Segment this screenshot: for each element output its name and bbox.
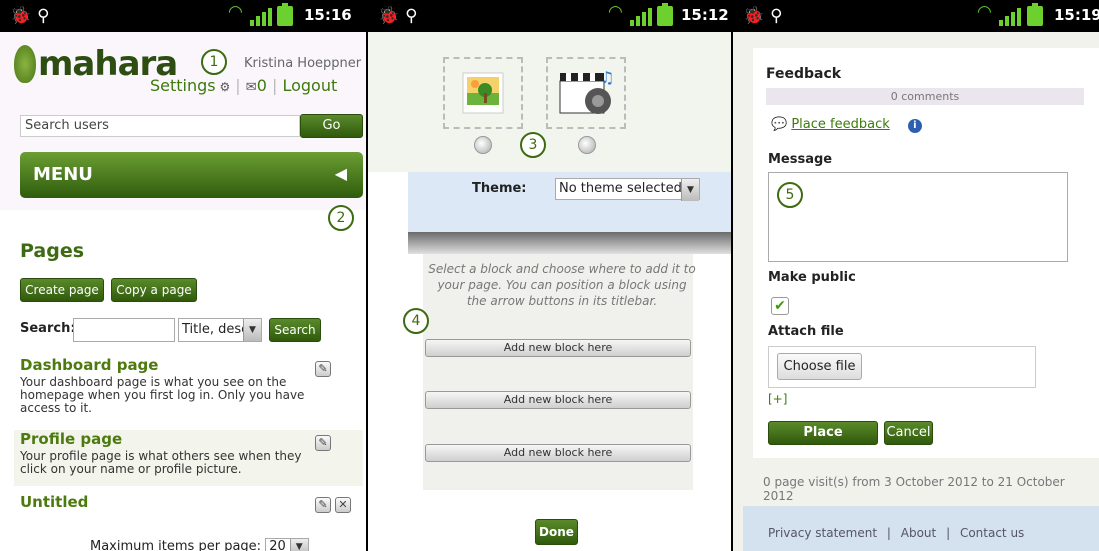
search-type-select[interactable]: Title, desc ▼ (178, 318, 262, 342)
block-radio[interactable] (474, 136, 492, 154)
callout-4: 4 (403, 308, 429, 334)
status-bar: 🐞⚲ ◠ 15:12 (368, 0, 731, 32)
status-bar: 🐞⚲ ◠ 15:16 (0, 0, 366, 32)
chevron-down-icon: ▼ (681, 179, 699, 201)
svg-text:♫: ♫ (600, 68, 614, 87)
android-usb-icon: 🐞⚲ (743, 6, 789, 26)
create-page-button[interactable]: Create page (20, 278, 104, 302)
go-button[interactable]: Go (300, 114, 363, 138)
status-bar: 🐞⚲ ◠ 15:19 (733, 0, 1099, 32)
place-feedback-link[interactable]: Place feedback (791, 117, 889, 132)
film-clapper-icon: ♫ (559, 68, 614, 114)
gear-icon[interactable]: ⚙ (216, 80, 230, 94)
callout-3: 3 (520, 132, 546, 158)
comment-bubble-icon: 💬 (771, 117, 788, 132)
message-label: Message (768, 152, 833, 167)
place-feedback-row: 💬 Place feedback i (771, 117, 922, 133)
make-public-label: Make public (768, 270, 856, 285)
wifi-icon: ◠ (228, 2, 243, 22)
page-description: Your profile page is what others see whe… (20, 449, 302, 476)
search-label: Search: (20, 321, 76, 336)
place-feedback-button[interactable]: Place feedback (768, 421, 878, 462)
signal-icon (630, 8, 652, 26)
screenshot-page-editor: 🐞⚲ ◠ 15:12 ♫ 3 Theme: No theme selected ▼… (368, 0, 731, 551)
callout-1: 1 (201, 49, 227, 75)
message-textarea[interactable] (768, 172, 1068, 262)
theme-label: Theme: (472, 181, 527, 196)
clock: 15:16 (304, 6, 352, 24)
max-items-select[interactable]: 20 ▼ (265, 538, 309, 551)
add-block-button[interactable]: Add new block here (425, 444, 691, 462)
edit-icon[interactable]: ✎ (315, 361, 331, 377)
block-radio[interactable] (578, 136, 596, 154)
divider (408, 232, 731, 254)
mahara-leaf-icon (14, 45, 36, 83)
user-name[interactable]: Kristina Hoeppner (244, 56, 361, 71)
choose-file-button[interactable]: Choose file (777, 353, 862, 380)
footer: Privacy statement | About | Contact us (743, 506, 1099, 551)
list-item: Dashboard page Your dashboard page is wha… (20, 356, 363, 424)
add-block-button[interactable]: Add new block here (425, 391, 691, 409)
battery-icon (277, 3, 293, 26)
page-title-link[interactable]: Profile page (20, 430, 363, 448)
privacy-link[interactable]: Privacy statement (768, 526, 877, 540)
image-block-category[interactable] (443, 57, 523, 129)
battery-icon (657, 3, 673, 26)
main-menu-button[interactable]: MENU ◀ (20, 152, 363, 198)
cancel-button[interactable]: Cancel (884, 421, 933, 445)
android-usb-icon: 🐞⚲ (10, 6, 56, 26)
theme-bar: Theme: No theme selected ▼ (408, 172, 731, 232)
signal-icon (250, 8, 272, 26)
page-description: Your dashboard page is what you see on t… (20, 375, 305, 415)
screenshot-pages: 🐞⚲ ◠ 15:16 mahara 1 Kristina Hoeppner Se… (0, 0, 366, 551)
contact-link[interactable]: Contact us (960, 526, 1024, 540)
clock: 15:19 (1054, 6, 1099, 24)
battery-icon (1027, 3, 1043, 26)
comments-count: 0 comments (766, 88, 1084, 105)
page-title-link[interactable]: Untitled (20, 493, 363, 511)
file-field: Choose file (768, 346, 1036, 388)
signal-icon (999, 8, 1021, 26)
mail-icon[interactable]: ✉ (246, 80, 257, 95)
search-button[interactable]: Search (269, 318, 321, 342)
list-item: Untitled (20, 493, 363, 511)
page-title: Pages (20, 240, 85, 262)
attach-file-label: Attach file (768, 324, 844, 339)
chevron-down-icon: ▼ (243, 319, 261, 341)
android-usb-icon: 🐞⚲ (378, 6, 424, 26)
picture-icon (462, 72, 504, 114)
done-button[interactable]: Done (535, 519, 578, 545)
max-items: Maximum items per page: 20 ▼ (90, 538, 309, 551)
delete-icon[interactable]: ✕ (335, 497, 351, 513)
wifi-icon: ◠ (977, 2, 992, 22)
screenshot-feedback: 🐞⚲ ◠ 15:19 Feedback 0 comments 💬 Place f… (733, 0, 1099, 551)
chevron-left-icon: ◀ (334, 164, 347, 183)
user-links: Settings ⚙ | ✉0 | Logout (150, 76, 338, 95)
inbox-count[interactable]: 0 (257, 76, 267, 95)
search-input[interactable] (73, 318, 175, 342)
add-block-button[interactable]: Add new block here (425, 339, 691, 357)
list-item: Profile page Your profile page is what ot… (14, 430, 363, 486)
page-visits: 0 page visit(s) from 3 October 2012 to 2… (763, 475, 1065, 503)
callout-2: 2 (328, 205, 354, 231)
logout-link[interactable]: Logout (282, 76, 337, 95)
info-icon[interactable]: i (907, 119, 922, 133)
theme-select[interactable]: No theme selected ▼ (555, 178, 700, 201)
settings-link[interactable]: Settings (150, 76, 216, 95)
callout-5: 5 (777, 182, 803, 208)
add-file-link[interactable]: [+] (768, 392, 787, 406)
edit-icon[interactable]: ✎ (315, 497, 331, 513)
search-users-input[interactable]: Search users (20, 115, 300, 137)
instructions: Select a block and choose where to add i… (428, 262, 696, 308)
about-link[interactable]: About (901, 526, 936, 540)
wifi-icon: ◠ (608, 2, 623, 22)
edit-icon[interactable]: ✎ (315, 435, 331, 451)
page-title-link[interactable]: Dashboard page (20, 356, 363, 374)
clock: 15:12 (681, 6, 729, 24)
chevron-down-icon: ▼ (289, 539, 308, 551)
make-public-checkbox[interactable]: ✔ (771, 297, 789, 315)
feedback-title: Feedback (766, 66, 842, 82)
copy-page-button[interactable]: Copy a page (111, 278, 197, 302)
multimedia-block-category[interactable]: ♫ (546, 57, 626, 129)
